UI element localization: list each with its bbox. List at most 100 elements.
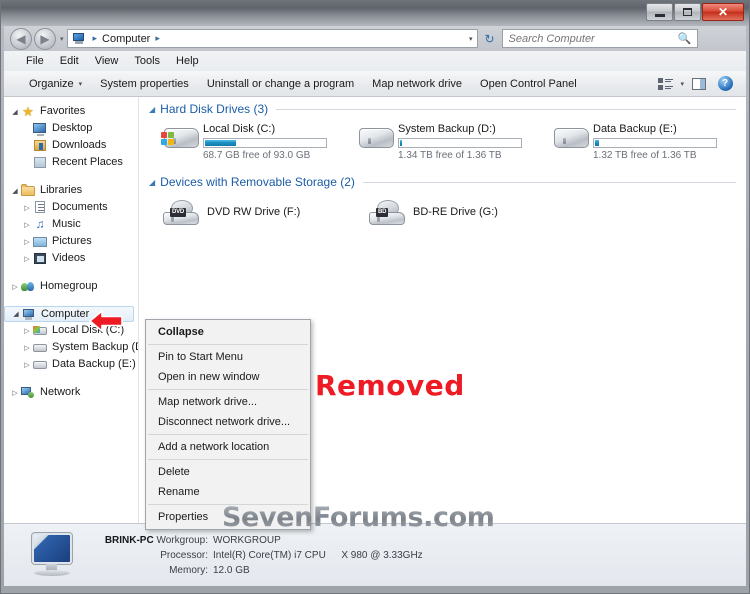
command-bar: Organize ▾ System properties Uninstall o…	[4, 71, 746, 97]
device-name: BD-RE Drive (G:)	[413, 206, 498, 218]
group-header-removable-storage[interactable]: ◢ Devices with Removable Storage (2)	[139, 170, 746, 191]
group-header-hard-disk-drives[interactable]: ◢ Hard Disk Drives (3)	[139, 97, 746, 118]
sidebar-item-data-backup-e[interactable]: ▷ Data Backup (E:)	[4, 356, 138, 373]
context-menu-item-map-network-drive[interactable]: Map network drive...	[146, 392, 310, 412]
recent-places-icon	[32, 155, 48, 170]
context-menu-item-rename[interactable]: Rename	[146, 482, 310, 502]
system-properties-button[interactable]: System properties	[91, 75, 198, 93]
drive-item-system-backup-d[interactable]: System Backup (D:) 1.34 TB free of 1.36 …	[356, 120, 551, 162]
device-item-bd-re-g[interactable]: BD BD-RE Drive (G:)	[367, 194, 573, 230]
search-icon: 🔍	[677, 33, 692, 45]
close-button[interactable]: ✕	[702, 3, 744, 21]
refresh-button[interactable]: ↻	[480, 29, 500, 48]
expand-twisty-icon[interactable]: ◢	[10, 108, 20, 116]
capacity-bar	[203, 138, 327, 148]
show-preview-pane-button[interactable]	[688, 74, 710, 94]
menu-view[interactable]: View	[87, 53, 127, 69]
forward-button[interactable]: ▶	[34, 27, 56, 50]
collapse-twisty-icon[interactable]: ▷	[22, 344, 32, 352]
context-menu-item-add-a-network-location[interactable]: Add a network location	[146, 437, 310, 457]
sevenforums-watermark: SevenForums.com	[222, 502, 495, 533]
sidebar-item-music[interactable]: ▷ ♫ Music	[4, 216, 138, 233]
collapse-twisty-icon[interactable]: ▷	[22, 255, 32, 263]
map-network-drive-button[interactable]: Map network drive	[363, 75, 471, 93]
capacity-fill	[400, 140, 403, 146]
context-menu[interactable]: Collapse Pin to Start Menu Open in new w…	[145, 319, 311, 530]
removable-device-row: DVD DVD RW Drive (F:) BD BD-RE Drive (G:…	[139, 194, 746, 230]
computer-large-icon	[24, 531, 80, 579]
change-view-button[interactable]	[654, 74, 676, 94]
sidebar-item-libraries[interactable]: ◢ Libraries	[4, 182, 138, 199]
group-twisty-icon[interactable]: ◢	[149, 105, 155, 114]
menu-bar: File Edit View Tools Help	[4, 51, 746, 71]
breadcrumb-computer[interactable]: Computer	[101, 33, 151, 45]
menu-tools[interactable]: Tools	[126, 53, 168, 69]
view-chevron-down-icon[interactable]: ▾	[680, 80, 684, 88]
collapse-twisty-icon[interactable]: ▷	[22, 327, 32, 335]
breadcrumb-bar[interactable]: ▸ Computer ▸ ▾	[66, 29, 478, 48]
context-menu-separator	[148, 434, 308, 435]
forward-arrow-icon: ▶	[40, 31, 50, 46]
twisty-placeholder-icon: ▷	[22, 159, 32, 167]
organize-button[interactable]: Organize ▾	[20, 75, 91, 93]
menu-help[interactable]: Help	[168, 53, 207, 69]
search-box[interactable]: 🔍	[501, 29, 698, 48]
sidebar-item-desktop[interactable]: ▷ Desktop	[4, 120, 138, 137]
homegroup-icon	[20, 279, 36, 294]
address-dropdown-icon[interactable]: ▾	[469, 35, 473, 43]
drive-item-local-disk-c[interactable]: Local Disk (C:) 68.7 GB free of 93.0 GB	[161, 120, 356, 162]
sidebar-item-homegroup[interactable]: ▷ Homegroup	[4, 278, 138, 295]
drive-info: Local Disk (C:) 68.7 GB free of 93.0 GB	[203, 120, 356, 162]
details-key: Processor:	[160, 549, 208, 561]
breadcrumb-separator-1: ▸	[92, 33, 98, 43]
search-input[interactable]	[506, 31, 693, 46]
window-controls: ✕	[645, 3, 744, 22]
context-menu-item-delete[interactable]: Delete	[146, 462, 310, 482]
expand-twisty-icon[interactable]: ▷	[10, 283, 20, 291]
details-row-processor: Processor: Intel(R) Core(TM) i7 CPU X 98…	[90, 549, 422, 562]
menu-file[interactable]: File	[18, 53, 52, 69]
sidebar-item-downloads[interactable]: ▷ Downloads	[4, 137, 138, 154]
sidebar-item-videos[interactable]: ▷ Videos	[4, 250, 138, 267]
context-menu-item-open-in-new-window[interactable]: Open in new window	[146, 367, 310, 387]
removed-annotation-label: Removed	[315, 369, 465, 402]
back-button[interactable]: ◀	[10, 27, 32, 50]
open-control-panel-button[interactable]: Open Control Panel	[471, 75, 586, 93]
context-menu-item-disconnect-network-drive[interactable]: Disconnect network drive...	[146, 412, 310, 432]
device-item-dvd-rw-f[interactable]: DVD DVD RW Drive (F:)	[161, 194, 367, 230]
breadcrumb-separator-2[interactable]: ▸	[151, 33, 164, 44]
collapse-twisty-icon[interactable]: ▷	[22, 238, 32, 246]
context-menu-item-collapse[interactable]: Collapse	[146, 322, 310, 342]
maximize-icon	[683, 8, 692, 16]
sidebar-item-network[interactable]: ▷ Network	[4, 384, 138, 401]
close-icon: ✕	[717, 5, 729, 19]
sidebar-item-pictures[interactable]: ▷ Pictures	[4, 233, 138, 250]
recent-pages-dropdown[interactable]: ▾	[60, 35, 64, 43]
group-rule	[362, 181, 736, 183]
drive-item-data-backup-e[interactable]: Data Backup (E:) 1.32 TB free of 1.36 TB	[551, 120, 746, 162]
collapse-twisty-icon[interactable]: ▷	[22, 361, 32, 369]
context-menu-item-pin-to-start-menu[interactable]: Pin to Start Menu	[146, 347, 310, 367]
collapse-twisty-icon[interactable]: ▷	[22, 221, 32, 229]
menu-edit[interactable]: Edit	[52, 53, 87, 69]
details-value: 12.0 GB	[213, 564, 250, 576]
expand-twisty-icon[interactable]: ◢	[10, 187, 20, 195]
expand-twisty-icon[interactable]: ◢	[11, 310, 21, 318]
hard-disk-drive-row: Local Disk (C:) 68.7 GB free of 93.0 GB …	[139, 120, 746, 162]
sidebar-label: Homegroup	[40, 280, 98, 292]
sidebar-item-system-backup-d[interactable]: ▷ System Backup (D:)	[4, 339, 138, 356]
sidebar-item-recent-places[interactable]: ▷ Recent Places	[4, 154, 138, 171]
collapse-twisty-icon[interactable]: ▷	[22, 204, 32, 212]
documents-icon	[32, 200, 48, 215]
group-twisty-icon[interactable]: ◢	[149, 178, 155, 187]
expand-twisty-icon[interactable]: ▷	[10, 389, 20, 397]
help-button[interactable]: ?	[714, 74, 736, 94]
uninstall-change-program-button[interactable]: Uninstall or change a program	[198, 75, 363, 93]
maximize-button[interactable]	[674, 3, 701, 21]
drive-free-space: 68.7 GB free of 93.0 GB	[203, 150, 311, 161]
minimize-button[interactable]	[646, 3, 673, 21]
sidebar-item-documents[interactable]: ▷ Documents	[4, 199, 138, 216]
drive-free-space: 1.34 TB free of 1.36 TB	[398, 150, 502, 161]
capacity-fill	[595, 140, 599, 146]
sidebar-item-favorites[interactable]: ◢ ★ Favorites	[4, 103, 138, 120]
